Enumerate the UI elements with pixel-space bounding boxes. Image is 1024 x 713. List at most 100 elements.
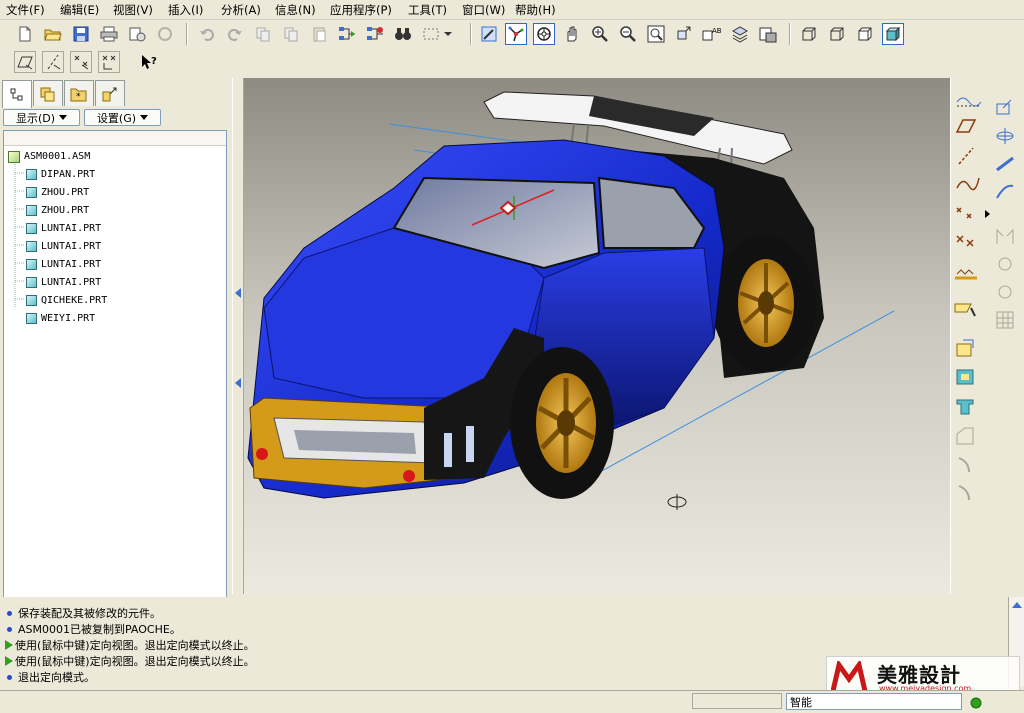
tree-item-label: LUNTAI.PRT <box>41 259 102 270</box>
panel-splitter[interactable] <box>232 78 244 594</box>
tree-item[interactable]: LUNTAI.PRT <box>26 256 101 273</box>
part-icon <box>26 205 37 216</box>
refit-button[interactable] <box>645 23 667 45</box>
no-hidden-button[interactable] <box>854 23 876 45</box>
zoom-out-icon <box>620 26 636 42</box>
feature-toolbar <box>950 78 1024 594</box>
menu-tools[interactable]: 工具(T) <box>408 2 447 18</box>
tree-item[interactable]: LUNTAI.PRT <box>26 220 101 237</box>
tab-connections[interactable] <box>95 80 125 106</box>
print-button[interactable] <box>98 23 120 45</box>
tree-item[interactable]: DIPAN.PRT <box>26 166 95 183</box>
wireframe-button[interactable] <box>798 23 820 45</box>
tree-item-label: ZHOU.PRT <box>41 205 90 216</box>
new-button[interactable] <box>14 23 36 45</box>
copy-icon <box>284 27 298 42</box>
sweep-icon <box>996 156 1014 172</box>
send-button[interactable] <box>154 23 176 45</box>
copy-button[interactable] <box>280 23 302 45</box>
tree-root[interactable]: ASM0001.ASM <box>8 148 90 165</box>
dropdown-arrow-icon <box>140 114 149 120</box>
layers-button[interactable] <box>729 23 751 45</box>
shading-toggle[interactable] <box>882 23 904 45</box>
binoculars-icon <box>395 28 411 40</box>
datum-axis-display-toggle[interactable] <box>42 51 64 73</box>
selection-filter-dropdown[interactable]: 智能 <box>786 693 962 710</box>
menu-file[interactable]: 文件(F) <box>6 2 45 18</box>
tab-model-tree[interactable] <box>2 80 32 108</box>
tree-item[interactable]: LUNTAI.PRT <box>26 238 101 255</box>
regenerate-button[interactable] <box>336 23 358 45</box>
menu-info[interactable]: 信息(N) <box>275 2 316 18</box>
printer-icon <box>100 26 118 42</box>
regen-manager-button[interactable] <box>364 23 386 45</box>
undo-button[interactable] <box>196 23 218 45</box>
refit-icon <box>647 25 665 43</box>
tree-item[interactable]: WEIYI.PRT <box>26 310 95 327</box>
saved-views-button[interactable]: AB <box>701 23 723 45</box>
selection-box-icon <box>423 28 452 40</box>
view-manager-icon <box>759 27 777 43</box>
view-manager-button[interactable] <box>757 23 779 45</box>
zoom-in-button[interactable] <box>589 23 611 45</box>
chamfer-icon-disabled <box>958 457 970 473</box>
display-dropdown[interactable]: 显示(D) <box>3 109 80 126</box>
model-tree-icon <box>10 88 23 100</box>
hidden-line-button[interactable] <box>826 23 848 45</box>
tab-folder-browser[interactable] <box>33 80 63 106</box>
spin-center-icon <box>508 26 524 42</box>
display-dropdown-label: 显示(D) <box>15 111 56 125</box>
datum-point-display-toggle[interactable] <box>70 51 92 73</box>
save-button[interactable] <box>70 23 92 45</box>
menu-window[interactable]: 窗口(W) <box>462 2 505 18</box>
csys-display-toggle[interactable] <box>98 51 120 73</box>
spin-center-toggle[interactable] <box>505 23 527 45</box>
graphics-viewport[interactable] <box>244 78 950 594</box>
hidden-line-icon <box>830 27 844 41</box>
cut-button[interactable] <box>252 23 274 45</box>
redo-button[interactable] <box>224 23 246 45</box>
datum-point-display-icon <box>74 55 89 70</box>
menu-insert[interactable]: 插入(I) <box>168 2 203 18</box>
menu-view[interactable]: 视图(V) <box>113 2 153 18</box>
settings-dropdown[interactable]: 设置(G) <box>84 109 161 126</box>
tree-item[interactable]: QICHEKE.PRT <box>26 292 107 309</box>
grid-icon-disabled <box>996 311 1014 329</box>
datum-plane-display-icon <box>17 56 33 70</box>
selection-box-dropdown[interactable] <box>420 23 454 45</box>
dropdown-arrow-icon <box>59 114 68 120</box>
tree-item[interactable]: ZHOU.PRT <box>26 202 89 219</box>
tree-item[interactable]: ZHOU.PRT <box>26 184 89 201</box>
toolbar-separator <box>470 23 472 45</box>
find-button[interactable] <box>392 23 414 45</box>
menu-bar: 文件(F) 编辑(E) 视图(V) 插入(I) 分析(A) 信息(N) 应用程序… <box>0 0 1024 20</box>
svg-text:AB: AB <box>712 27 722 35</box>
regen-manager-icon <box>367 27 383 40</box>
tree-item[interactable]: LUNTAI.PRT <box>26 274 101 291</box>
reorient-button[interactable] <box>673 23 695 45</box>
scroll-up-icon[interactable] <box>1012 601 1022 609</box>
tab-favorites[interactable]: * <box>64 80 94 106</box>
regenerate-icon <box>339 27 355 40</box>
menu-applications[interactable]: 应用程序(P) <box>330 2 392 18</box>
menu-edit[interactable]: 编辑(E) <box>60 2 99 18</box>
repaint-button[interactable] <box>478 23 500 45</box>
zoom-in-icon <box>592 26 608 42</box>
repaint-icon <box>481 26 497 42</box>
component-place-icon <box>956 339 974 357</box>
paste-button[interactable] <box>308 23 330 45</box>
shell-icon <box>956 399 974 415</box>
zoom-out-button[interactable] <box>617 23 639 45</box>
datum-plane-display-toggle[interactable] <box>14 51 36 73</box>
context-help-button[interactable]: ? <box>138 51 160 73</box>
redo-icon <box>228 28 242 41</box>
settings-dropdown-label: 设置(G) <box>96 111 137 125</box>
email-button[interactable] <box>126 23 148 45</box>
help-arrow-icon: ? <box>142 55 157 69</box>
component-create-icon <box>956 369 974 385</box>
open-button[interactable] <box>42 23 64 45</box>
pan-button[interactable] <box>561 23 583 45</box>
menu-help[interactable]: 帮助(H) <box>515 2 556 18</box>
menu-analysis[interactable]: 分析(A) <box>221 2 261 18</box>
orient-mode-toggle[interactable] <box>533 23 555 45</box>
